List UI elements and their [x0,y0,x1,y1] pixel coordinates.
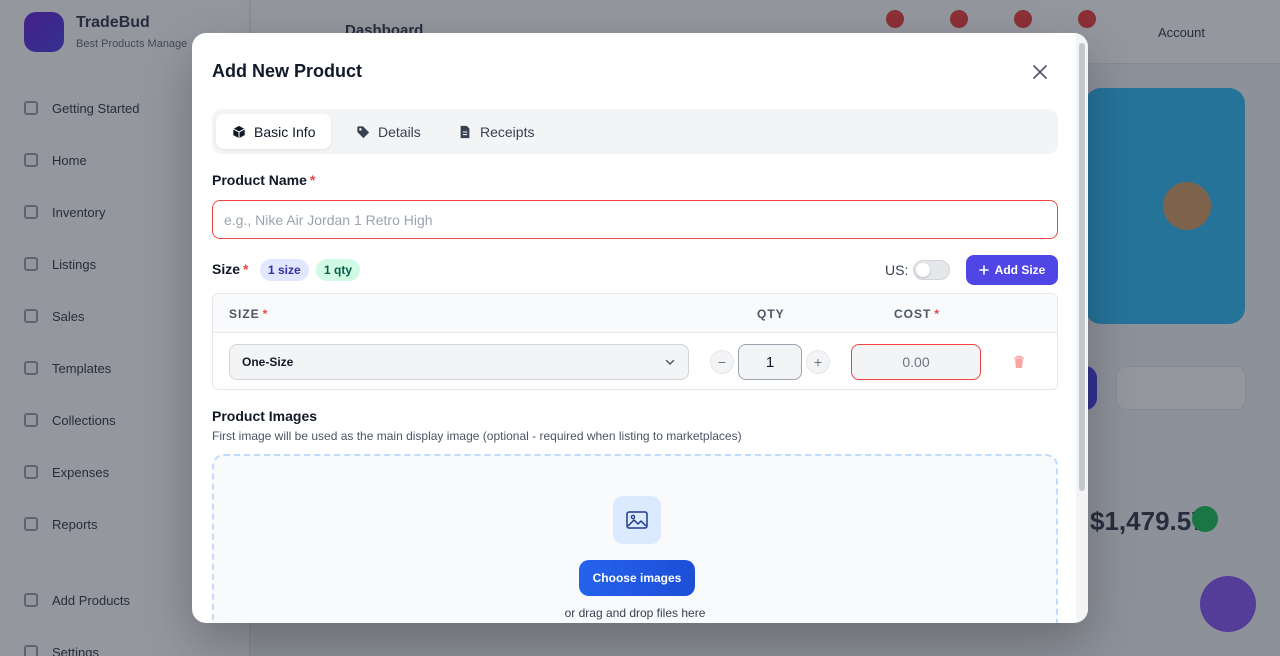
tab-receipts[interactable]: Receipts [442,114,550,149]
qty-column-header: QTY [757,307,785,321]
qty-decrement-button[interactable]: − [710,350,734,374]
drag-drop-hint: or drag and drop files here [564,606,706,620]
scrollbar-thumb[interactable] [1079,43,1085,491]
cost-input[interactable] [851,344,981,380]
product-name-input[interactable] [212,200,1058,239]
tab-label: Basic Info [254,123,316,140]
size-table: SIZE* QTY COST* One-Size − + [212,293,1058,390]
choose-images-button[interactable]: Choose images [579,560,695,596]
plus-icon [978,265,989,275]
image-icon-wrapper [613,496,661,544]
product-images-description: First image will be used as the main dis… [212,429,742,443]
tag-icon [357,125,370,138]
table-header: SIZE * QTY COST * [213,294,1057,333]
size-select[interactable]: One-Size [229,344,689,380]
close-icon [1033,65,1047,79]
size-column-header: SIZE * [229,307,269,321]
required-mark: * [309,172,316,188]
modal-scrollbar[interactable] [1076,33,1088,623]
qty-count-badge: 1 qty [316,259,361,281]
cube-icon [233,125,245,138]
size-count-badge: 1 size [260,259,309,281]
tab-details[interactable]: Details [340,114,437,149]
add-product-modal: Add New Product Basic Info Details Recei… [192,33,1088,623]
product-name-label: Product Name * [212,172,316,188]
tab-label: Details [378,123,421,140]
product-images-title: Product Images [212,408,318,424]
required-mark: * [243,261,249,277]
image-dropzone[interactable]: Choose images or drag and drop files her… [212,454,1058,623]
size-select-value: One-Size [242,355,294,369]
us-size-label: US: [885,262,909,278]
close-button[interactable] [1028,60,1052,84]
chevron-down-icon [665,359,675,365]
cost-column-header: COST * [894,307,941,321]
tab-basic-info[interactable]: Basic Info [216,114,332,149]
tab-bar: Basic Info Details Receipts [212,109,1058,154]
tab-label: Receipts [480,123,535,140]
trash-icon[interactable] [1013,355,1025,369]
qty-input[interactable] [738,344,802,380]
document-icon [460,125,470,138]
qty-increment-button[interactable]: + [806,350,830,374]
modal-title: Add New Product [212,61,363,81]
add-size-button[interactable]: Add Size [966,255,1058,285]
add-size-label: Add Size [994,263,1046,277]
us-size-toggle[interactable] [913,260,950,280]
image-icon [626,511,648,529]
toggle-knob [916,263,930,277]
size-label: Size * [212,261,249,277]
